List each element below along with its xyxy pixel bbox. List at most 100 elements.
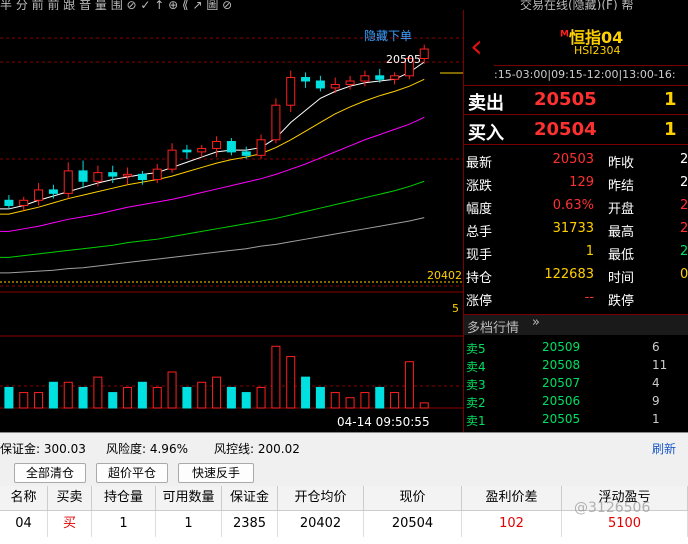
- volume-bar: [256, 386, 266, 409]
- account-status-bar: 保证金: 300.03 风险度: 4.96% 风控线: 200.02 刷新: [0, 432, 688, 461]
- quote-value: 129: [569, 175, 594, 190]
- volume-bar: [78, 386, 88, 409]
- candle-body: [271, 104, 281, 141]
- volume-bar: [108, 392, 118, 409]
- ask-level-row[interactable]: 卖3 20507 4: [464, 376, 688, 394]
- candle-body: [48, 189, 58, 194]
- ref-price-label: 20402: [427, 269, 462, 282]
- double-chevron-down-icon[interactable]: »: [532, 315, 540, 330]
- volume-bar: [212, 376, 222, 409]
- volume-bar: [63, 381, 73, 409]
- volume-bar: [226, 386, 236, 409]
- ma20-line: [0, 116, 425, 232]
- volume-bar: [197, 381, 207, 409]
- quote-value: 31733: [552, 221, 594, 236]
- table-cell[interactable]: 20402: [278, 511, 364, 537]
- ask-row[interactable]: 卖出 20505 1: [464, 85, 688, 115]
- table-cell[interactable]: 1: [92, 511, 156, 537]
- candle-body: [345, 80, 355, 85]
- ma120-line: [0, 217, 425, 274]
- ask-level-row[interactable]: 卖4 20508 11: [464, 358, 688, 376]
- candle-body: [212, 141, 222, 149]
- table-cell[interactable]: 102: [462, 511, 562, 537]
- high-price-label: 20505: [386, 53, 421, 66]
- table-cell[interactable]: 2385: [222, 511, 278, 537]
- volume-bar: [390, 392, 400, 409]
- candle-body: [78, 170, 88, 182]
- candle-body: [123, 173, 133, 177]
- ask-level-price: 20509: [542, 340, 581, 354]
- quote-label: 涨停: [466, 294, 493, 309]
- quote-panel: ‹ M恒指04 HSI2304 :15-03:00|09:15-12:00|13…: [464, 10, 688, 432]
- quote-value-2: 2: [680, 221, 688, 236]
- quote-label: 幅度: [466, 202, 493, 217]
- column-header[interactable]: 保证金: [222, 486, 278, 511]
- ask-level-volume: 11: [652, 358, 668, 372]
- table-cell[interactable]: 20504: [364, 511, 462, 537]
- volume-bar: [286, 356, 296, 409]
- candle-body: [375, 75, 385, 80]
- quote-value: 1: [585, 244, 594, 259]
- column-header[interactable]: 开仓均价: [278, 486, 364, 511]
- close-all-button[interactable]: 全部清仓: [14, 463, 86, 483]
- contract-code: HSI2304: [574, 44, 621, 57]
- quote-value-2: 2: [680, 244, 688, 259]
- ask-level-volume: 4: [652, 376, 660, 390]
- hide-order-link[interactable]: 隐藏下单: [364, 27, 412, 44]
- table-cell[interactable]: 04: [0, 511, 48, 537]
- ask-level-row[interactable]: 卖2 20506 9: [464, 394, 688, 412]
- title-marker: M: [560, 29, 569, 40]
- ask-level-row[interactable]: 卖1 20505 1: [464, 412, 688, 430]
- volume-bar: [152, 386, 162, 409]
- column-header[interactable]: 持仓量: [92, 486, 156, 511]
- quote-row: 持仓 122683 时间 09:: [464, 265, 688, 287]
- bid-row[interactable]: 买入 20504 1: [464, 116, 688, 145]
- quick-close-button[interactable]: 超价平仓: [96, 463, 168, 483]
- volume-bar: [137, 381, 147, 409]
- table-cell[interactable]: 买: [48, 511, 92, 537]
- refresh-link[interactable]: 刷新: [652, 440, 676, 457]
- candle-body: [315, 80, 325, 89]
- candle-body: [182, 149, 192, 153]
- reverse-position-button[interactable]: 快速反手: [178, 463, 254, 483]
- quote-value: 122683: [544, 267, 594, 282]
- ask-level-label: 卖1: [466, 414, 486, 428]
- quote-row: 总手 31733 最高 2: [464, 219, 688, 241]
- volume-bar: [315, 386, 325, 409]
- candle-body: [241, 151, 251, 156]
- ask-level-volume: 1: [652, 412, 660, 426]
- column-header[interactable]: 可用数量: [156, 486, 222, 511]
- bid-label: 买入: [468, 123, 504, 144]
- action-button-bar: 全部清仓 超价平仓 快速反手: [0, 460, 688, 486]
- ma5-line: [0, 61, 425, 210]
- quote-label: 总手: [466, 225, 493, 240]
- candle-body: [63, 170, 73, 194]
- ask-level-row[interactable]: 卖5 20509 6: [464, 340, 688, 358]
- volume-bar: [34, 392, 44, 409]
- volume-bar: [19, 392, 29, 409]
- ask-level-label: 卖2: [466, 396, 486, 410]
- column-header[interactable]: 买卖: [48, 486, 92, 511]
- chart-svg[interactable]: [0, 10, 463, 432]
- quote-label-2: 昨结: [608, 179, 635, 194]
- chevron-left-icon[interactable]: ‹: [470, 30, 483, 62]
- quote-value-2: 2: [680, 175, 688, 190]
- candlestick-chart-area[interactable]: 隐藏下单 20505 20402 5 04-14 09:50:55: [0, 10, 464, 432]
- depth-header[interactable]: 多档行情 »: [464, 314, 688, 336]
- column-header[interactable]: 名称: [0, 486, 48, 511]
- volume-bar: [301, 376, 311, 409]
- table-cell[interactable]: 1: [156, 511, 222, 537]
- quote-value-2: 2: [680, 152, 688, 167]
- ask-level-price: 20508: [542, 358, 581, 372]
- quote-row: 现手 1 最低 2: [464, 242, 688, 264]
- right-scale-label: 5: [452, 302, 459, 315]
- volume-bar: [167, 371, 177, 409]
- column-header[interactable]: 现价: [364, 486, 462, 511]
- volume-bar: [123, 386, 133, 409]
- candle-body: [226, 141, 236, 153]
- quote-value-2: 09:: [680, 267, 688, 282]
- quote-label-2: 昨收: [608, 156, 635, 171]
- candle-body: [137, 173, 147, 181]
- column-header[interactable]: 盈利价差: [462, 486, 562, 511]
- watermark-text: @3126506: [574, 500, 651, 516]
